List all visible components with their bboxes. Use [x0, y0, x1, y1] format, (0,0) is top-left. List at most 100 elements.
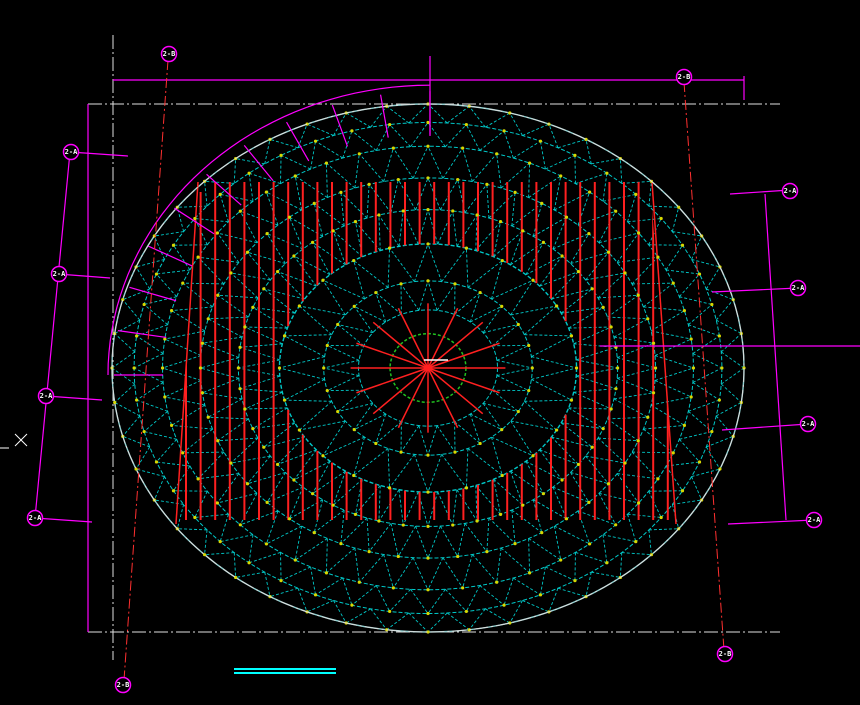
mesh-node	[587, 190, 592, 194]
center-hub	[350, 303, 506, 433]
mesh-node	[313, 593, 318, 597]
mesh-node	[680, 489, 685, 493]
axis-bubble-right-4: 2-A	[805, 511, 823, 529]
mesh-node	[516, 409, 520, 414]
mesh-node	[495, 152, 499, 156]
mesh-node	[521, 229, 525, 233]
mesh-node	[478, 290, 482, 295]
mesh-node	[653, 366, 658, 370]
mesh-node	[142, 429, 146, 434]
mesh-node	[247, 171, 251, 175]
axis-bubble-top-right: 2-B	[675, 68, 693, 86]
mesh-node	[377, 213, 381, 217]
mesh-node	[475, 519, 479, 523]
mesh-node	[527, 161, 532, 165]
axis-bubble-label: 2-B	[678, 73, 691, 81]
mesh-node	[282, 334, 287, 338]
mesh-node	[218, 540, 222, 544]
cad-drawing-canvas[interactable]: 2-B 2-B 2-B 2-B 2-A 2-A 2-A 2-A 2-A 2-A 2-A 2-A	[0, 0, 860, 705]
mesh-node	[142, 302, 146, 307]
mesh-node	[206, 317, 210, 321]
mesh-node	[229, 271, 233, 275]
axis-bubble-label: 2-A	[65, 148, 78, 156]
mesh-node	[689, 395, 693, 399]
mesh-node	[564, 215, 569, 219]
mesh-node	[275, 462, 280, 467]
mesh-node	[277, 366, 282, 370]
mesh-node	[475, 213, 479, 217]
mesh-node	[154, 272, 159, 276]
mesh-node	[456, 177, 460, 182]
mesh-node	[646, 317, 650, 321]
axis-bubble-label: 2-B	[117, 681, 130, 689]
mesh-node	[500, 258, 504, 263]
mesh-node	[464, 486, 469, 490]
mesh-node	[163, 395, 167, 399]
mesh-node	[238, 523, 242, 527]
mesh-node	[336, 322, 340, 327]
mesh-node	[282, 398, 287, 402]
mesh-node	[659, 216, 663, 221]
mesh-node	[498, 512, 503, 516]
mesh-node	[339, 542, 343, 546]
mesh-node	[646, 415, 650, 419]
axis-bubble-left-3: 2-A	[37, 387, 55, 405]
mesh-node	[216, 439, 220, 443]
mesh-node	[697, 272, 702, 276]
mesh-node	[193, 515, 197, 520]
mesh-node	[513, 542, 517, 546]
mesh-node	[154, 460, 159, 464]
mesh-node	[310, 492, 315, 496]
mesh-node	[540, 201, 544, 205]
mesh-node	[576, 269, 581, 274]
mesh-node	[502, 603, 506, 607]
mesh-node	[170, 309, 174, 313]
mesh-node	[292, 254, 296, 258]
mesh-node	[264, 542, 269, 546]
mesh-node	[331, 229, 335, 233]
axis-bubble-right-3: 2-A	[799, 415, 817, 433]
mesh-node	[555, 428, 559, 432]
mesh-node	[198, 366, 203, 370]
mesh-node	[325, 343, 329, 348]
mesh-node	[391, 586, 395, 590]
mesh-node	[200, 341, 205, 345]
mesh-node	[325, 388, 329, 393]
mesh-node	[498, 220, 503, 224]
mesh-node	[251, 427, 255, 431]
axis-bubble-label: 2-A	[40, 392, 53, 400]
mesh-node	[601, 305, 605, 309]
mesh-node	[614, 209, 618, 213]
mesh-node	[196, 477, 200, 481]
mesh-node	[531, 278, 535, 282]
mesh-node	[339, 190, 343, 194]
mesh-node	[636, 231, 641, 235]
mesh-node	[485, 550, 489, 554]
mesh-node	[251, 305, 255, 309]
mesh-node	[634, 192, 638, 196]
mesh-node	[502, 129, 506, 133]
mesh-node	[388, 609, 392, 614]
mesh-node	[377, 519, 381, 523]
mesh-node	[353, 220, 358, 224]
mesh-node	[555, 304, 559, 308]
mesh-node	[264, 190, 269, 194]
mesh-node	[331, 503, 335, 507]
mesh-node	[426, 524, 430, 529]
mesh-node	[559, 174, 563, 178]
mesh-node	[287, 215, 292, 219]
mesh-node	[689, 337, 693, 341]
axis-bubble-label: 2-B	[163, 50, 176, 58]
mesh-node	[196, 255, 200, 259]
mesh-node	[160, 366, 165, 370]
mesh-node	[590, 287, 594, 291]
mesh-node	[245, 482, 250, 486]
mesh-node	[573, 579, 577, 583]
mesh-node	[426, 588, 430, 592]
mesh-node	[710, 302, 714, 307]
mesh-node	[293, 558, 297, 562]
mesh-node	[559, 558, 563, 562]
mesh-node	[516, 322, 520, 327]
mesh-node	[659, 515, 663, 520]
axis-bubble-label: 2-B	[719, 650, 732, 658]
